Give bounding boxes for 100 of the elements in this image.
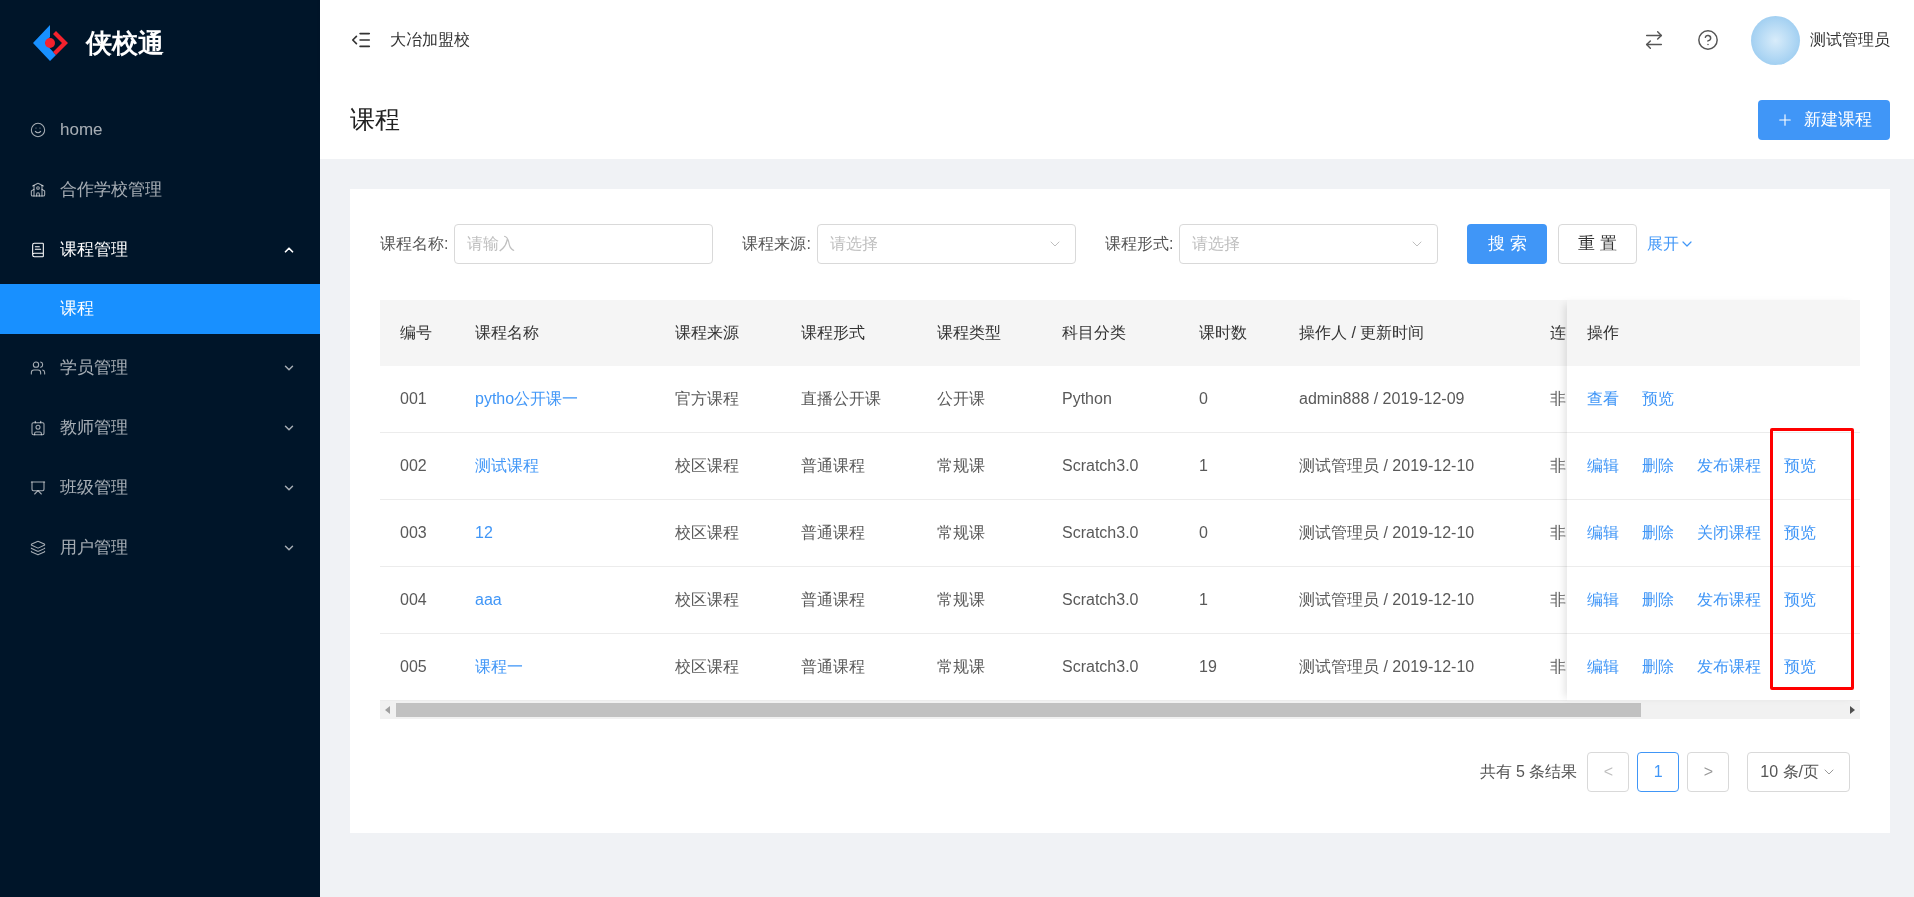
action-link[interactable]: 预览 (1784, 454, 1816, 478)
table-cell-text: 非 (1549, 456, 1567, 476)
action-link[interactable]: 删除 (1642, 655, 1674, 679)
table-cell-text: 校区课程 (674, 523, 740, 543)
board-icon (30, 480, 46, 496)
layers-icon (30, 540, 46, 556)
course-link[interactable]: pytho公开课一 (455, 387, 655, 411)
table-cell-text: 校区课程 (674, 590, 740, 610)
swap-icon[interactable] (1643, 29, 1665, 51)
column-header: 课程来源 (674, 323, 740, 343)
action-link[interactable]: 编辑 (1587, 588, 1619, 612)
table-cell-text: 常规课 (936, 590, 986, 610)
column-header: 连 (1549, 323, 1567, 343)
table-cell-text: 常规课 (936, 456, 986, 476)
action-link[interactable]: 预览 (1784, 521, 1816, 545)
column-header: 科目分类 (1061, 323, 1127, 343)
reset-button[interactable]: 重 置 (1558, 224, 1638, 264)
horizontal-scrollbar[interactable] (380, 701, 1860, 719)
action-link[interactable]: 删除 (1642, 588, 1674, 612)
search-button[interactable]: 搜 索 (1467, 224, 1548, 264)
next-page-button[interactable]: > (1687, 752, 1730, 792)
table-cell-text: 测试管理员 / 2019-12-10 (1298, 590, 1476, 610)
user-name[interactable]: 测试管理员 (1810, 28, 1890, 52)
table-cell-text: 常规课 (936, 657, 986, 677)
page-title: 课程 (350, 103, 401, 135)
page-size-select[interactable]: 10 条/页 (1747, 752, 1850, 792)
table-cell-text: Scratch3.0 (1061, 456, 1140, 476)
table-cell-text: 0 (1198, 523, 1209, 543)
table-cell-text: Python (1061, 389, 1113, 409)
action-link[interactable]: 编辑 (1587, 521, 1619, 545)
action-link[interactable]: 预览 (1784, 655, 1816, 679)
table-cell-text: 测试管理员 / 2019-12-10 (1298, 657, 1476, 677)
course-link[interactable]: 课程一 (455, 655, 655, 679)
action-link[interactable]: 发布课程 (1697, 588, 1761, 612)
column-header: 操作 (1567, 300, 1860, 366)
table-cell-text: Scratch3.0 (1061, 590, 1140, 610)
action-link[interactable]: 删除 (1642, 521, 1674, 545)
sidebar-item[interactable]: 班级管理 (0, 458, 320, 518)
table-cell-text: 公开课 (936, 389, 986, 409)
input-field[interactable]: 请输入 (454, 224, 714, 264)
table-cell-text: 常规课 (936, 523, 986, 543)
page-button[interactable]: 1 (1637, 752, 1680, 792)
select-field[interactable]: 请选择 (816, 224, 1076, 264)
course-link[interactable]: 12 (455, 521, 655, 545)
app-name: 侠校通 (86, 26, 164, 60)
sidebar-item[interactable]: 学员管理 (0, 338, 320, 398)
table-cell-text: 非 (1549, 657, 1567, 677)
total-count: 共有 5 条结果 (1479, 762, 1578, 782)
scrollbar-thumb[interactable] (396, 703, 1641, 717)
table-cell-text: Scratch3.0 (1061, 523, 1140, 543)
book-icon (30, 242, 46, 258)
table-cell-text: 001 (399, 389, 428, 409)
table-cell-text: 19 (1198, 657, 1218, 677)
sidebar-item[interactable]: home (0, 100, 320, 160)
prev-page-button[interactable]: < (1587, 752, 1630, 792)
table-cell-text: 直播公开课 (800, 389, 882, 409)
action-link[interactable]: 查看 (1587, 387, 1619, 411)
table-cell-text: admin888 / 2019-12-09 (1298, 389, 1466, 409)
table-cell-text: 校区课程 (674, 456, 740, 476)
users-icon (30, 360, 46, 376)
table-cell-text: 测试管理员 / 2019-12-10 (1298, 523, 1476, 543)
smiley-icon (30, 122, 46, 138)
sidebar-subitem[interactable]: 课程 (0, 284, 320, 334)
course-link[interactable]: 测试课程 (455, 454, 655, 478)
help-icon[interactable] (1697, 29, 1719, 51)
table-cell-text: 测试管理员 / 2019-12-10 (1298, 456, 1476, 476)
sidebar-item[interactable]: 用户管理 (0, 518, 320, 578)
action-link[interactable]: 发布课程 (1697, 655, 1761, 679)
action-link[interactable]: 删除 (1642, 454, 1674, 478)
building-icon (30, 182, 46, 198)
table-cell-text: 非 (1549, 590, 1567, 610)
course-link[interactable]: aaa (455, 588, 655, 612)
table-cell-text: 普通课程 (800, 456, 866, 476)
table-cell-text: 1 (1198, 590, 1209, 610)
table-cell-text: Scratch3.0 (1061, 657, 1140, 677)
action-link[interactable]: 预览 (1784, 588, 1816, 612)
table-cell-text: 非 (1549, 389, 1567, 409)
column-header: 课时数 (1198, 323, 1248, 343)
sidebar-item[interactable]: 教师管理 (0, 398, 320, 458)
action-link[interactable]: 关闭课程 (1697, 521, 1761, 545)
table-cell-text: 1 (1198, 456, 1209, 476)
new-course-button[interactable]: 新建课程 (1758, 99, 1890, 140)
table-cell-text: 005 (399, 657, 428, 677)
action-link[interactable]: 预览 (1642, 387, 1674, 411)
action-link[interactable]: 编辑 (1587, 655, 1619, 679)
logo-icon (30, 23, 70, 63)
column-header: 编号 (399, 323, 433, 343)
action-link[interactable]: 发布课程 (1697, 454, 1761, 478)
sidebar-item[interactable]: 课程管理 (0, 220, 320, 280)
school-name: 大冶加盟校 (390, 30, 470, 50)
expand-link[interactable]: 展开 (1647, 232, 1696, 256)
column-header: 课程名称 (474, 323, 540, 343)
column-header: 操作人 / 更新时间 (1298, 323, 1426, 343)
table-cell-text: 普通课程 (800, 523, 866, 543)
sidebar-item[interactable]: 合作学校管理 (0, 160, 320, 220)
select-field[interactable]: 请选择 (1179, 224, 1439, 264)
table-cell-text: 002 (399, 456, 428, 476)
action-link[interactable]: 编辑 (1587, 454, 1619, 478)
table-cell-text: 校区课程 (674, 657, 740, 677)
contact-card-icon (30, 420, 46, 436)
